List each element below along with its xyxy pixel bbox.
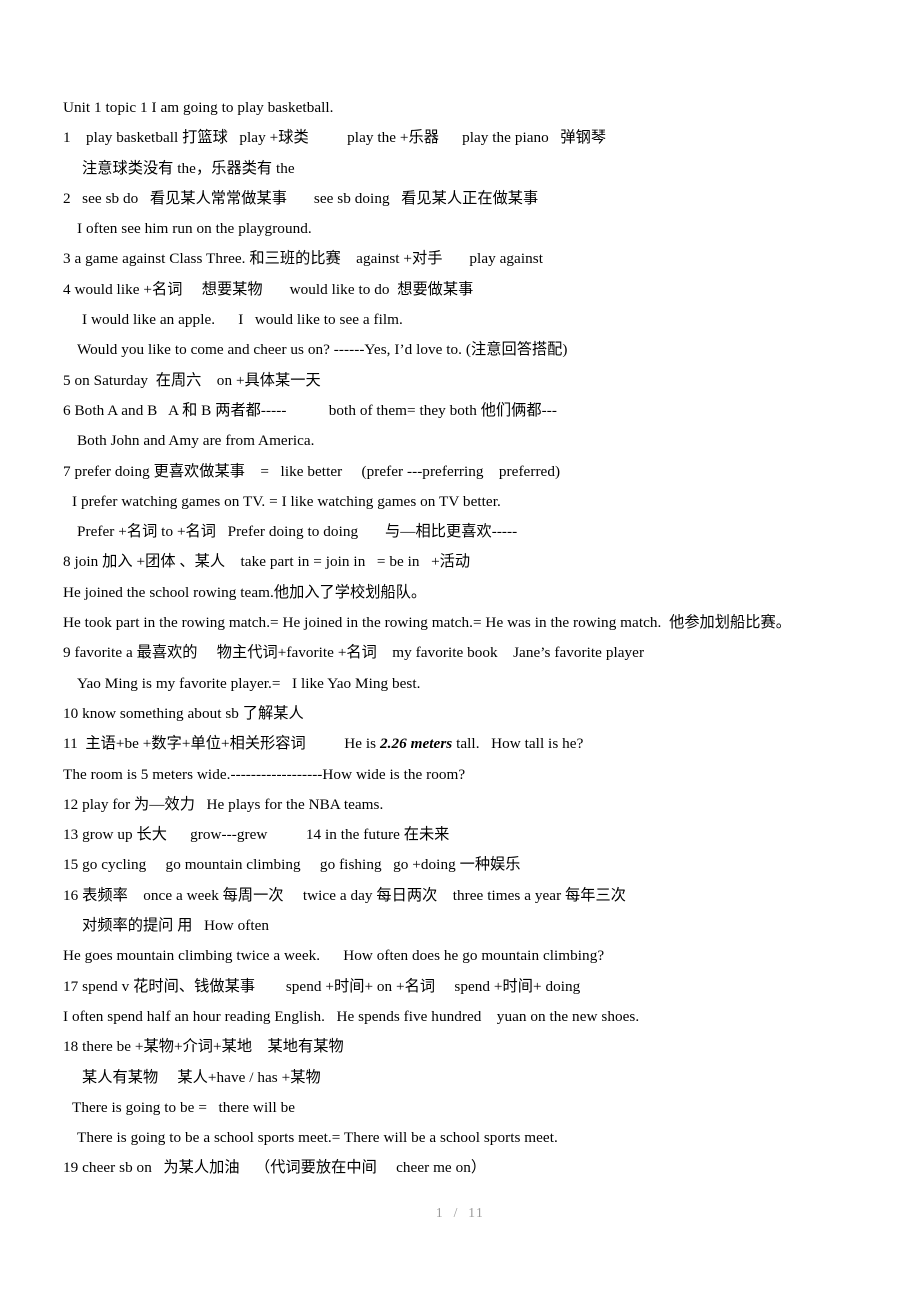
document-text-body: Unit 1 topic 1 I am going to play basket… — [63, 93, 863, 1184]
document-line: I often see him run on the playground. — [77, 220, 312, 238]
document-line: 4 would like +名词 想要某物 would like to do 想… — [63, 280, 474, 298]
document-line: Both John and Amy are from America. — [77, 432, 315, 450]
document-line: I would like an apple. I would like to s… — [82, 311, 403, 329]
document-line: He joined the school rowing team.他加入了学校划… — [63, 583, 427, 601]
document-line: 16 表频率 once a week 每周一次 twice a day 每日两次… — [63, 886, 626, 904]
document-line: 3 a game against Class Three. 和三班的比赛 aga… — [63, 250, 543, 268]
document-line: 10 know something about sb 了解某人 — [63, 704, 304, 722]
page-number-footer: 1 / 11 — [435, 1205, 485, 1220]
document-line: The room is 5 meters wide.--------------… — [63, 765, 466, 783]
document-line: 11 主语+be +数字+单位+相关形容词 He is 2.26 meters … — [63, 735, 584, 753]
document-line: 2 see sb do 看见某人常常做某事 see sb doing 看见某人正… — [63, 189, 539, 207]
document-line: 6 Both A and B A 和 B 两者都----- both of th… — [63, 401, 557, 419]
document-line: 7 prefer doing 更喜欢做某事 = like better (pre… — [63, 462, 561, 480]
document-page: Unit 1 topic 1 I am going to play basket… — [0, 0, 920, 1302]
emphasized-measurement: 2.26 meters — [379, 735, 453, 753]
document-line: Would you like to come and cheer us on? … — [77, 341, 568, 359]
document-line: 1 play basketball 打篮球 play +球类 play the … — [63, 129, 607, 147]
document-line: 18 there be +某物+介词+某地 某地有某物 — [63, 1038, 344, 1056]
document-line: 某人有某物 某人+have / has +某物 — [82, 1068, 321, 1086]
document-line: 12 play for 为—效力 He plays for the NBA te… — [63, 795, 384, 813]
document-line: I often spend half an hour reading Engli… — [63, 1007, 640, 1025]
document-line: He goes mountain climbing twice a week. … — [63, 947, 605, 965]
document-line: There is going to be a school sports mee… — [77, 1129, 558, 1147]
document-line: I prefer watching games on TV. = I like … — [72, 492, 501, 510]
document-line: 注意球类没有 the，乐器类有 the — [82, 159, 295, 177]
document-line: 15 go cycling go mountain climbing go fi… — [63, 856, 521, 874]
document-line: Unit 1 topic 1 I am going to play basket… — [63, 99, 334, 116]
document-line: 5 on Saturday 在周六 on +具体某一天 — [63, 371, 321, 389]
document-line: Yao Ming is my favorite player.= I like … — [77, 674, 421, 692]
document-line: 19 cheer sb on 为某人加油 （代词要放在中间 cheer me o… — [63, 1159, 487, 1177]
document-line-tail: tall. How tall is he? — [452, 735, 584, 753]
document-line: Prefer +名词 to +名词 Prefer doing to doing … — [77, 523, 518, 541]
document-line: 17 spend v 花时间、钱做某事 spend +时间+ on +名词 sp… — [63, 977, 581, 995]
document-line: 13 grow up 长大 grow---grew 14 in the futu… — [63, 826, 450, 844]
document-line: 对频率的提问 用 How often — [82, 917, 270, 935]
document-line: There is going to be = there will be — [72, 1098, 296, 1116]
document-line: 9 favorite a 最喜欢的 物主代词+favorite +名词 my f… — [63, 644, 645, 662]
document-line: 8 join 加入 +团体 、某人 take part in = join in… — [63, 553, 471, 571]
document-line: He took part in the rowing match.= He jo… — [63, 614, 791, 632]
